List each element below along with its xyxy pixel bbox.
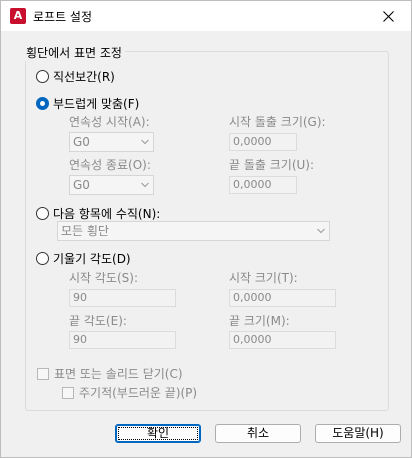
radio-smooth-fit-label: 부드럽게 맞춤(F): [53, 97, 140, 111]
close-surface-checkbox[interactable]: 표면 또는 솔리드 닫기(C): [37, 365, 183, 382]
radio-normal-to-label: 다음 항목에 수직(N):: [53, 207, 161, 221]
title-bar: A 로프트 설정: [1, 1, 411, 31]
end-bulge-input[interactable]: 0,0000: [229, 176, 297, 194]
loft-settings-dialog: A 로프트 설정 횡단에서 표면 조정 직선보간(R) 부드럽게 맞춤(F) 연…: [0, 0, 412, 458]
start-magnitude-label: 시작 크기(T):: [229, 271, 298, 285]
start-bulge-label: 시작 돌출 크기(G):: [229, 115, 326, 129]
end-continuity-select[interactable]: G0: [69, 175, 154, 195]
radio-draft-angles-label: 기울기 각도(D): [53, 252, 131, 266]
chevron-down-icon: [317, 228, 325, 234]
radio-ruled-label: 직선보간(R): [53, 70, 115, 84]
start-bulge-input[interactable]: 0,0000: [229, 133, 297, 151]
help-button-label: 도움말(H): [332, 426, 384, 440]
start-continuity-label: 연속성 시작(A):: [69, 115, 150, 129]
close-surface-label: 표면 또는 솔리드 닫기(C): [54, 367, 183, 381]
cancel-button[interactable]: 취소: [215, 424, 301, 443]
checkbox-box: [37, 367, 49, 380]
checkbox-box: [62, 386, 74, 399]
window-title: 로프트 설정: [33, 10, 93, 24]
group-legend: 횡단에서 표면 조정: [25, 44, 125, 61]
close-button[interactable]: [365, 1, 411, 31]
chevron-down-icon: [141, 139, 149, 145]
chevron-down-icon: [141, 182, 149, 188]
start-continuity-select[interactable]: G0: [69, 132, 154, 152]
end-magnitude-input[interactable]: 0,0000: [229, 331, 336, 349]
normal-to-select[interactable]: 모든 횡단: [57, 221, 330, 241]
periodic-label: 주기적(부드러운 끝)(P): [79, 386, 198, 400]
normal-to-value: 모든 횡단: [61, 224, 109, 238]
radio-circle: [36, 252, 49, 265]
start-magnitude-input[interactable]: 0,0000: [229, 289, 336, 307]
close-icon: [382, 10, 394, 22]
end-continuity-value: G0: [73, 178, 90, 192]
ok-button[interactable]: 확인: [115, 424, 201, 443]
start-continuity-value: G0: [73, 135, 90, 149]
end-magnitude-label: 끝 크기(M):: [229, 314, 290, 328]
end-angle-input[interactable]: 90: [69, 331, 176, 349]
end-continuity-label: 연속성 종료(O):: [69, 158, 151, 172]
focus-rect: [118, 427, 198, 440]
start-angle-input[interactable]: 90: [69, 289, 176, 307]
periodic-checkbox[interactable]: 주기적(부드러운 끝)(P): [62, 384, 197, 401]
help-button[interactable]: 도움말(H): [315, 424, 401, 443]
radio-circle-checked: [36, 97, 49, 110]
cancel-button-label: 취소: [246, 426, 270, 440]
autocad-app-icon: A: [10, 8, 26, 24]
start-angle-label: 시작 각도(S):: [69, 271, 138, 285]
radio-normal-to[interactable]: 다음 항목에 수직(N):: [36, 205, 160, 222]
end-bulge-label: 끝 돌출 크기(U):: [229, 158, 315, 172]
radio-circle: [36, 207, 49, 220]
radio-draft-angles[interactable]: 기울기 각도(D): [36, 250, 131, 267]
radio-ruled[interactable]: 직선보간(R): [36, 68, 115, 85]
end-angle-label: 끝 각도(E):: [69, 314, 127, 328]
radio-smooth-fit[interactable]: 부드럽게 맞춤(F): [36, 95, 139, 112]
radio-circle: [36, 70, 49, 83]
